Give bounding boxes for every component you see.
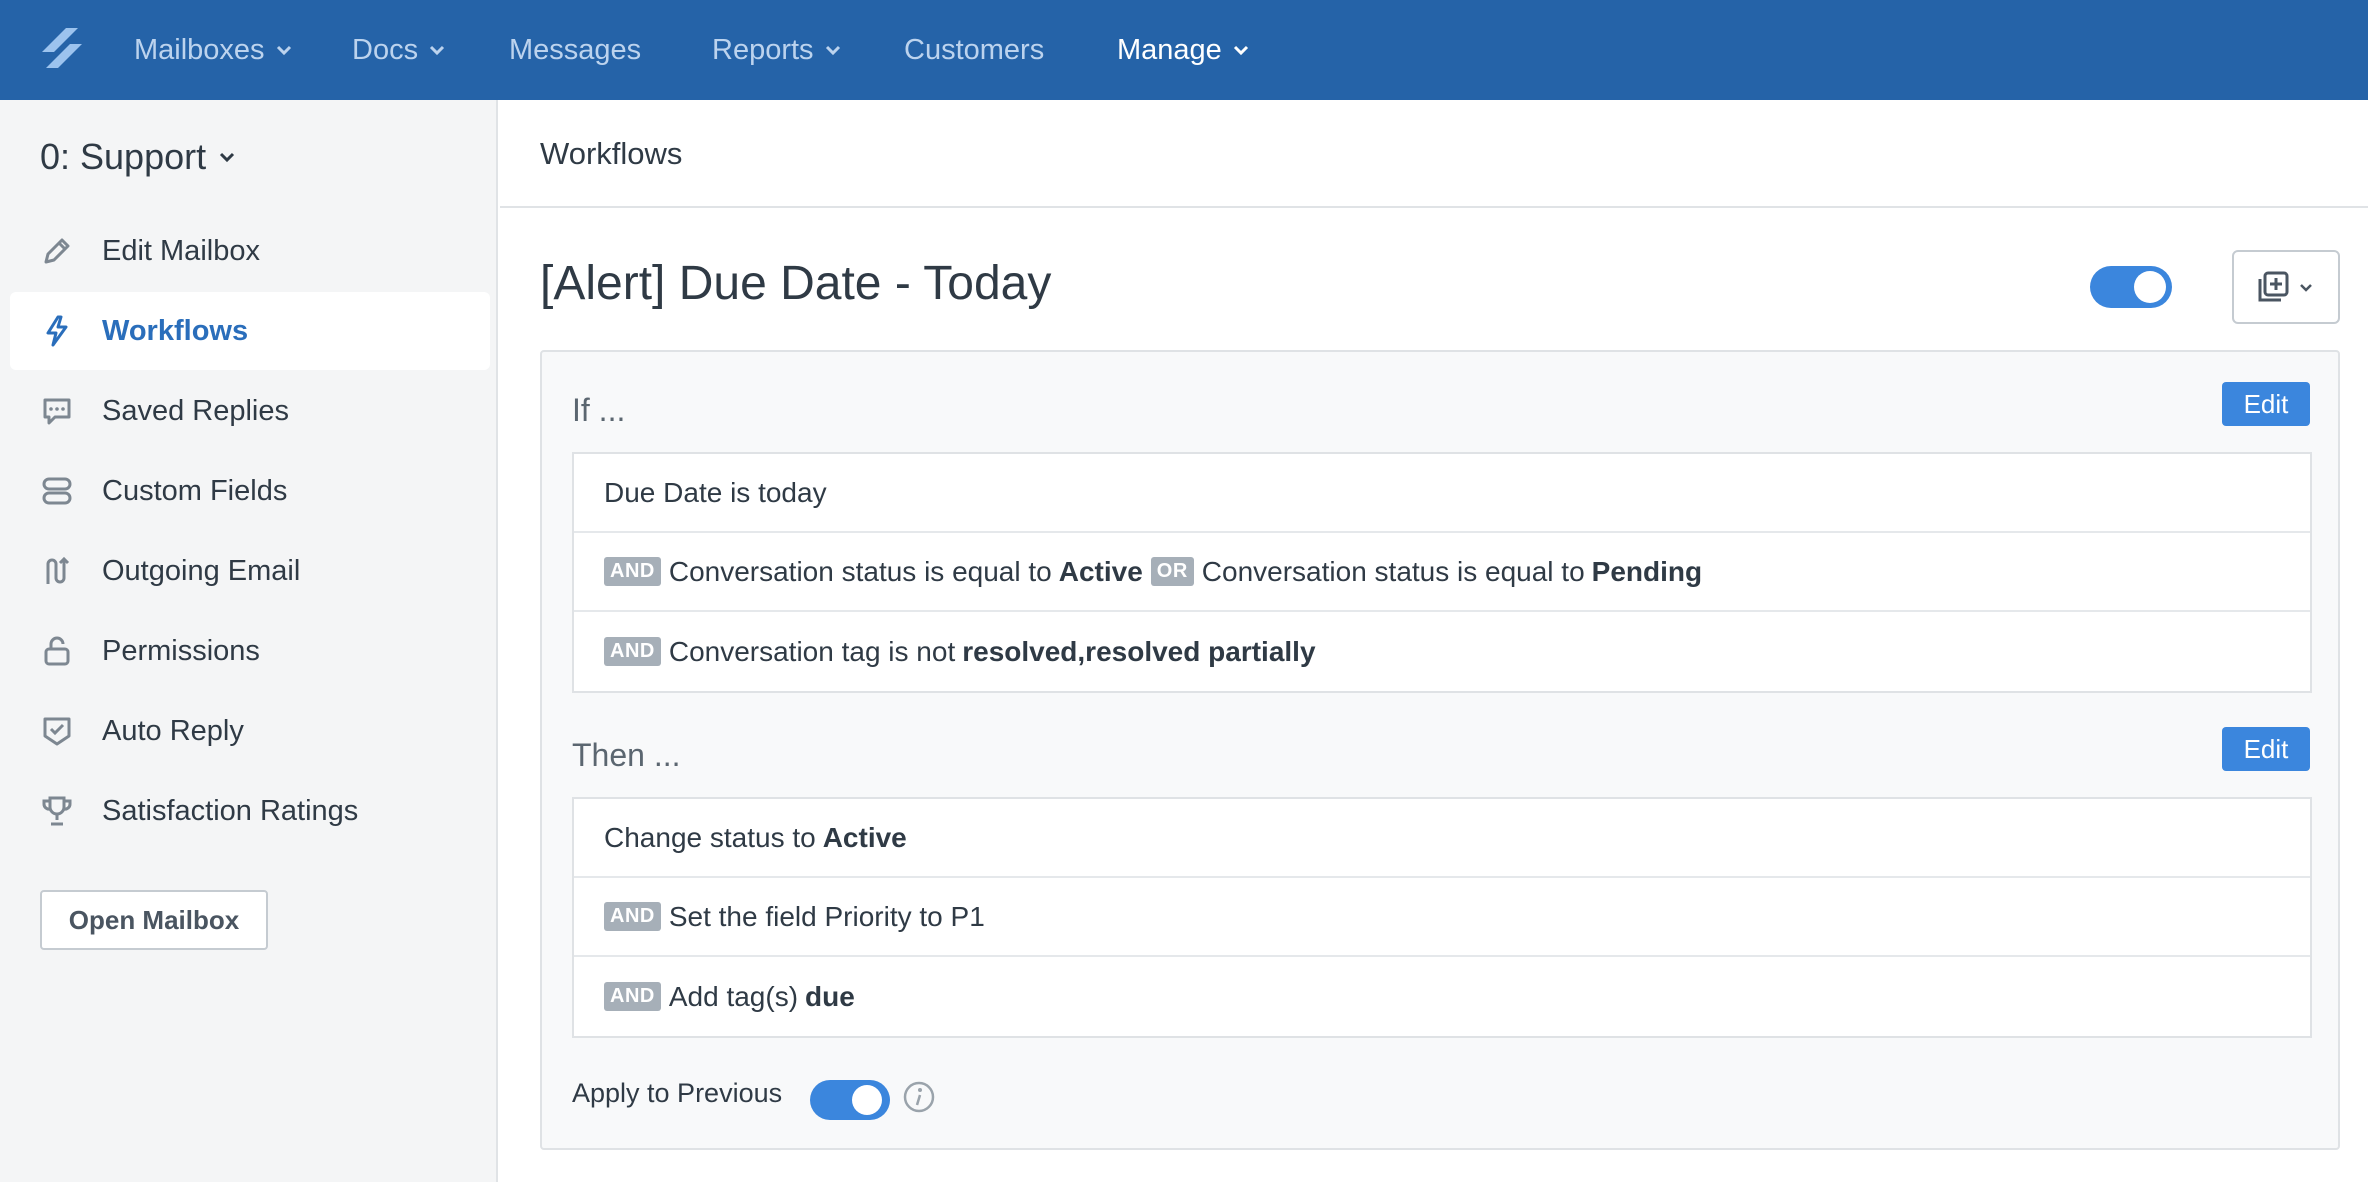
nav-reports[interactable]: Reports (712, 0, 842, 100)
action-text: Set the field Priority to P1 (668, 900, 985, 932)
toggle-knob (852, 1085, 882, 1115)
sidebar-item-label: Edit Mailbox (102, 234, 260, 267)
open-mailbox-button[interactable]: Open Mailbox (40, 890, 268, 950)
and-badge: AND (604, 902, 661, 931)
sidebar-item-label: Workflows (102, 314, 249, 347)
action-text: Change status to (604, 821, 816, 853)
condition-value: resolved,resolved partially (962, 635, 1316, 667)
sidebar-item-saved-replies[interactable]: Saved Replies (10, 372, 490, 450)
condition-row: Due Date is today (574, 454, 2310, 533)
edit-conditions-button[interactable]: Edit (2222, 382, 2310, 426)
action-row: Change status to Active (574, 799, 2310, 878)
mailbox-title: 0: Support (40, 136, 207, 177)
or-badge: OR (1150, 557, 1194, 586)
nav-manage[interactable]: Manage (1117, 0, 1250, 100)
trophy-icon (42, 796, 72, 826)
sidebar-item-custom-fields[interactable]: Custom Fields (10, 452, 490, 530)
lock-icon (44, 636, 70, 666)
nav-customers[interactable]: Customers (904, 0, 1044, 100)
action-row: AND Add tag(s) due (574, 957, 2310, 1036)
top-navigation: Mailboxes Docs Messages Reports Customer… (0, 0, 2368, 100)
workflow-panel: If ... Edit Due Date is today AND Conver… (540, 350, 2340, 1150)
sidebar-item-label: Outgoing Email (102, 554, 301, 587)
chevron-down-icon (1233, 45, 1248, 56)
fields-icon (42, 477, 72, 505)
apply-previous-toggle[interactable] (810, 1080, 890, 1120)
nav-reports-label: Reports (712, 33, 814, 66)
nav-docs[interactable]: Docs (352, 0, 446, 100)
sidebar-item-auto-reply[interactable]: Auto Reply (10, 692, 490, 770)
nav-manage-label: Manage (1117, 33, 1222, 66)
then-section-label: Then ... (572, 737, 681, 773)
condition-text: Conversation status is equal to (668, 555, 1052, 587)
page-title: Workflows (540, 136, 683, 171)
bolt-icon (46, 315, 68, 347)
chevron-down-icon (430, 45, 445, 56)
chevron-down-icon (276, 45, 291, 56)
if-section-label: If ... (572, 392, 626, 428)
chat-bubble-icon (43, 398, 71, 425)
main-header: Workflows (500, 100, 2368, 208)
route-icon (46, 556, 70, 584)
chevron-down-icon (825, 45, 840, 56)
sidebar-item-permissions[interactable]: Permissions (10, 612, 490, 690)
mailbox-switcher[interactable]: 0: Support (40, 136, 236, 178)
sidebar-item-satisfaction-ratings[interactable]: Satisfaction Ratings (10, 772, 490, 850)
workflow-enabled-toggle[interactable] (2090, 266, 2172, 308)
action-text: Add tag(s) (668, 980, 799, 1012)
and-badge: AND (604, 982, 661, 1011)
sidebar-item-label: Satisfaction Ratings (102, 794, 359, 827)
sidebar-item-workflows[interactable]: Workflows (10, 292, 490, 370)
nav-mailboxes-label: Mailboxes (134, 33, 265, 66)
nav-docs-label: Docs (352, 33, 419, 66)
action-value: Active (822, 821, 907, 853)
toggle-knob (2134, 271, 2166, 303)
condition-text: Conversation status is equal to (1201, 555, 1585, 587)
action-row: AND Set the field Priority to P1 (574, 878, 2310, 957)
info-icon[interactable] (902, 1080, 936, 1114)
sidebar-item-label: Auto Reply (102, 714, 244, 747)
condition-text: Conversation tag is not (668, 635, 956, 667)
shield-check-icon (43, 717, 71, 746)
conditions-list: Due Date is today AND Conversation statu… (572, 452, 2312, 693)
condition-row: AND Conversation status is equal to Acti… (574, 533, 2310, 612)
nav-customers-label: Customers (904, 33, 1045, 66)
actions-list: Change status to Active AND Set the fiel… (572, 797, 2312, 1038)
sidebar-item-label: Saved Replies (102, 394, 289, 427)
sidebar-item-outgoing-email[interactable]: Outgoing Email (10, 532, 490, 610)
copy-icon (2258, 271, 2312, 302)
nav-messages-label: Messages (509, 33, 642, 66)
sidebar-item-label: Permissions (102, 634, 260, 667)
apply-previous-label: Apply to Previous (572, 1078, 783, 1108)
and-badge: AND (604, 557, 661, 586)
condition-row: AND Conversation tag is not resolved,res… (574, 612, 2310, 691)
edit-actions-button[interactable]: Edit (2222, 727, 2310, 771)
workflow-title: [Alert] Due Date - Today (540, 257, 1052, 310)
condition-value: Active (1058, 555, 1143, 587)
copy-workflow-dropdown-button[interactable] (2232, 250, 2340, 324)
action-value: due (805, 980, 855, 1012)
nav-messages[interactable]: Messages (509, 0, 641, 100)
sidebar-item-label: Custom Fields (102, 474, 288, 507)
nav-mailboxes[interactable]: Mailboxes (134, 0, 293, 100)
pencil-icon (44, 238, 70, 264)
condition-text: Due Date is today (604, 476, 827, 508)
condition-value: Pending (1591, 555, 1703, 587)
chevron-down-icon (220, 152, 235, 163)
helpscout-logo-icon[interactable] (38, 22, 86, 74)
sidebar-item-edit-mailbox[interactable]: Edit Mailbox (10, 212, 490, 290)
and-badge: AND (604, 637, 661, 666)
